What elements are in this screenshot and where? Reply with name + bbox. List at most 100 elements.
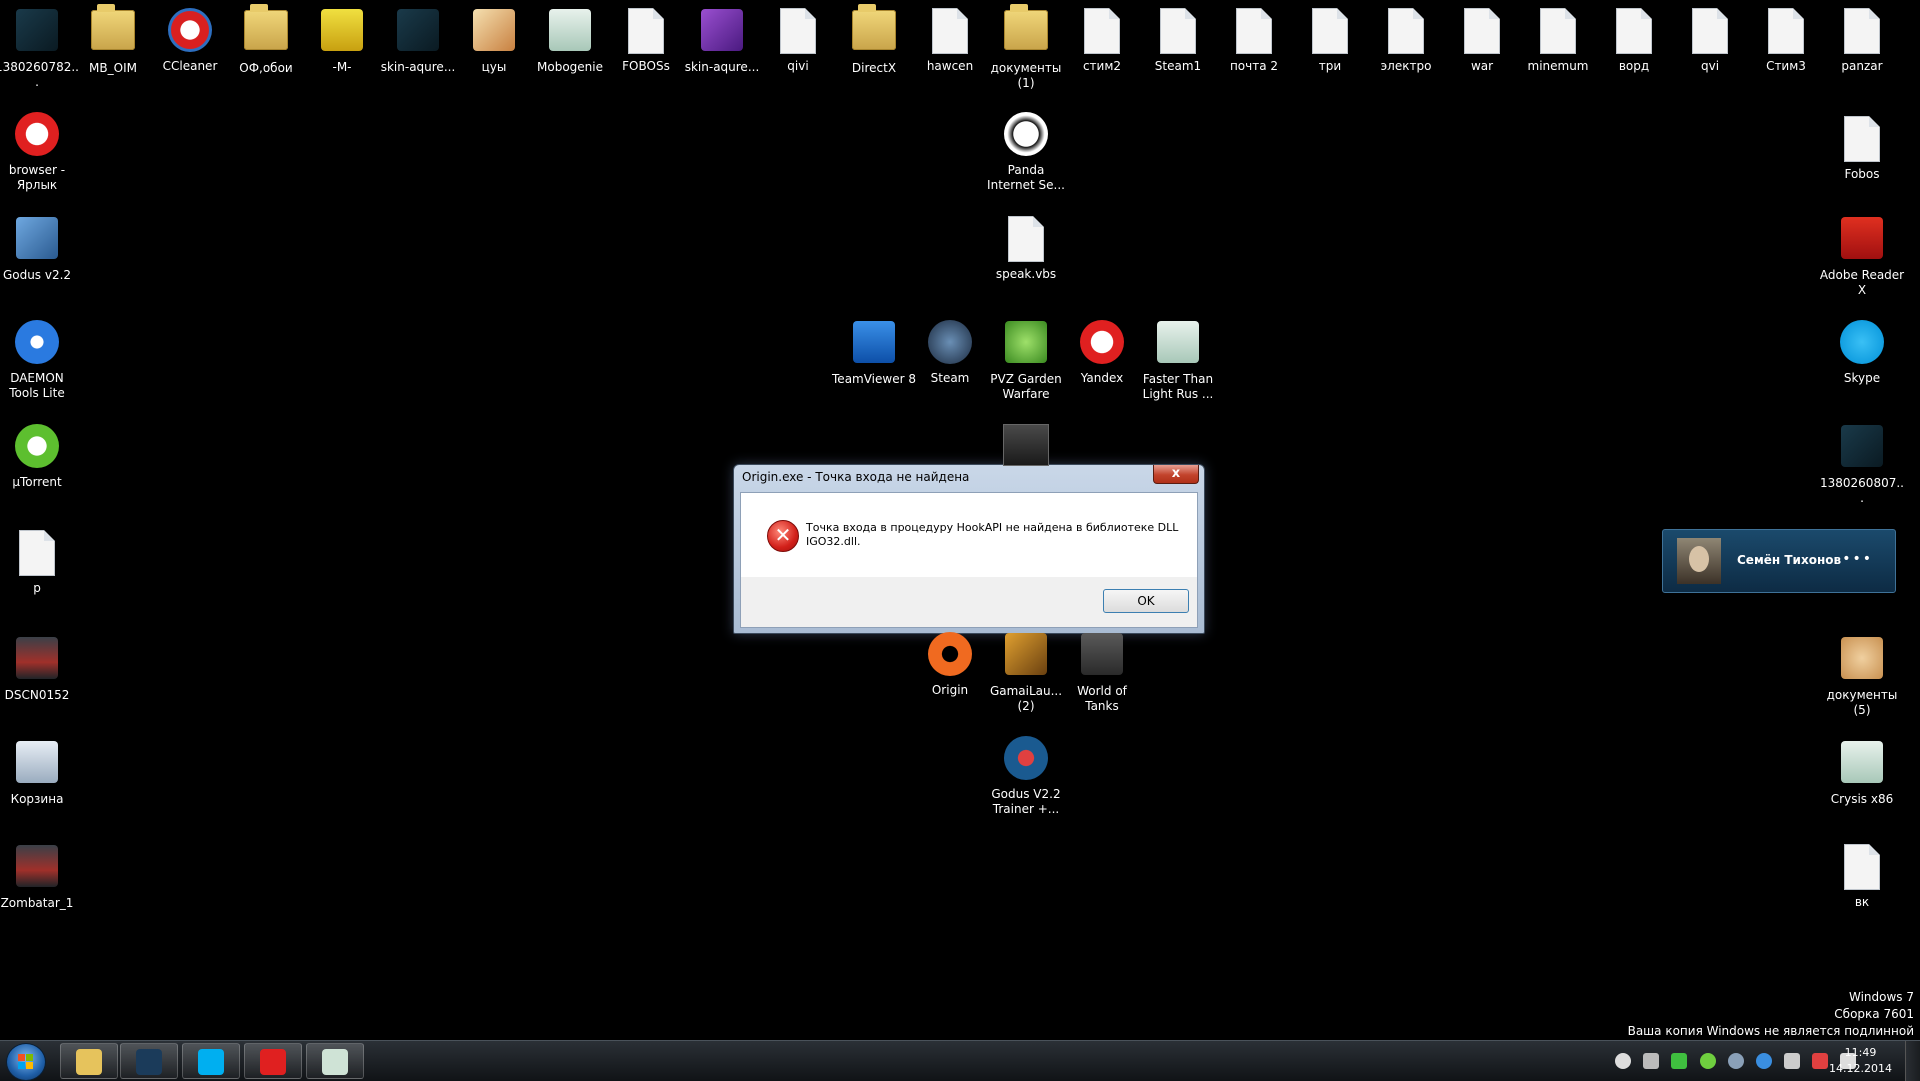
desktop-icon-top-8[interactable]: FOBOSs [603, 6, 689, 74]
desktop-icon-top-2[interactable]: CCleaner [147, 6, 233, 74]
tray-flag-icon[interactable] [1811, 1053, 1828, 1069]
desktop-icon-top-17[interactable]: три [1287, 6, 1373, 74]
desktop-icon-label: Godus v2.2 [2, 268, 72, 282]
file-icon [926, 8, 974, 56]
desktop-icon-top-20[interactable]: minemum [1515, 6, 1601, 74]
desktop-icon-top-6[interactable]: цуы [451, 6, 537, 75]
desktop-icon-label: browser - Ярлык [8, 163, 66, 192]
desktop-icon-left-1[interactable]: Godus v2.2 [0, 214, 80, 283]
file-icon [1838, 844, 1886, 892]
desktop-icon-right-0[interactable]: Fobos [1819, 114, 1905, 182]
desktop-icon-top-12[interactable]: hawcen [907, 6, 993, 74]
desktop-icon-top-0[interactable]: 1380260782... [0, 6, 80, 90]
desktop-icon-label: Mobogenie [537, 60, 603, 74]
steam-icon [136, 1049, 162, 1075]
taskbar-yandex-button[interactable] [244, 1043, 302, 1079]
desktop-icon-top-15[interactable]: Steam1 [1135, 6, 1221, 74]
desktop-icon-left-2[interactable]: DAEMON Tools Lite [0, 318, 80, 401]
desktop-icon-label: электро [1380, 59, 1432, 73]
yandex-browser-icon [1078, 320, 1126, 368]
desktop-icon-right-3[interactable]: 1380260807... [1819, 422, 1905, 506]
start-button[interactable] [6, 1043, 46, 1081]
desktop-icon-middle-8[interactable]: GamaiLau... (2) [983, 630, 1069, 714]
file-icon [622, 8, 670, 56]
desktop-icon-label: GamaiLau... (2) [989, 684, 1063, 713]
clock[interactable]: 11:49 14.12.2014 [1829, 1045, 1892, 1077]
ok-button[interactable]: OK [1103, 589, 1189, 613]
tray-monitor-icon[interactable] [1783, 1053, 1800, 1069]
taskbar-app-button[interactable] [306, 1043, 364, 1079]
desktop-icon-label: DAEMON Tools Lite [9, 371, 65, 400]
desktop-icon-top-24[interactable]: panzar [1819, 6, 1905, 74]
desktop-icon-left-0[interactable]: browser - Ярлык [0, 110, 80, 193]
desktop-icon-middle-0[interactable]: Panda Internet Se... [983, 110, 1069, 193]
desktop-icon-top-11[interactable]: DirectX [831, 4, 917, 76]
desktop-icon-label: стим2 [1082, 59, 1122, 73]
desktop-icon-label: Fobos [1844, 167, 1880, 181]
more-icon[interactable]: ••• [1842, 551, 1873, 567]
desktop-icon-top-1[interactable]: MB_OIM [70, 4, 156, 76]
skype-icon [198, 1049, 224, 1075]
file-icon [1002, 216, 1050, 264]
desktop-icon-top-16[interactable]: почта 2 [1211, 6, 1297, 74]
desktop-icon-top-18[interactable]: электро [1363, 6, 1449, 74]
desktop-icon-label: 1380260782... [0, 60, 79, 89]
folder-icon [76, 1049, 102, 1075]
tray-utorrent-icon[interactable] [1699, 1053, 1716, 1069]
desktop-icon-middle-1[interactable]: speak.vbs [983, 214, 1069, 282]
close-button[interactable]: x [1153, 465, 1199, 484]
desktop-icon-top-9[interactable]: skin-aqure... [679, 6, 765, 75]
taskbar: 11:49 14.12.2014 [0, 1040, 1920, 1081]
desktop-icon-left-5[interactable]: DSCN0152 [0, 634, 80, 703]
desktop-icon-middle-4[interactable]: PVZ Garden Warfare [983, 318, 1069, 402]
desktop-icon-right-6[interactable]: вк [1819, 842, 1905, 910]
image-thumbnail-icon [1838, 425, 1886, 473]
desktop-icon-middle-9[interactable]: World of Tanks [1059, 630, 1145, 714]
desktop-icon-top-14[interactable]: стим2 [1059, 6, 1145, 74]
desktop-icon-middle-5[interactable]: Yandex [1059, 318, 1145, 386]
pvz-icon [1002, 321, 1050, 369]
contact-notification[interactable]: Семён Тихонов ••• [1662, 529, 1896, 593]
obscured-icon[interactable] [1003, 424, 1049, 466]
desktop-icon-top-13[interactable]: документы (1) [983, 4, 1069, 91]
desktop-icon-left-7[interactable]: Zombatar_1 [0, 842, 80, 911]
taskbar-skype-button[interactable] [182, 1043, 240, 1079]
tray-info-icon[interactable] [1755, 1053, 1772, 1069]
desktop-icon-right-2[interactable]: Skype [1819, 318, 1905, 386]
daemon-tools-icon [13, 320, 61, 368]
desktop: Семён Тихонов ••• Origin.exe - Точка вхо… [0, 0, 1920, 1040]
tray-steam-icon[interactable] [1727, 1053, 1744, 1069]
desktop-icon-left-3[interactable]: µTorrent [0, 422, 80, 490]
image-thumbnail-icon [13, 9, 61, 57]
desktop-icon-top-23[interactable]: Стим3 [1743, 6, 1829, 74]
desktop-icon-top-22[interactable]: qvi [1667, 6, 1753, 74]
desktop-icon-right-4[interactable]: документы (5) [1819, 634, 1905, 718]
desktop-icon-top-10[interactable]: qivi [755, 6, 841, 74]
clock-time: 11:49 [1844, 1046, 1877, 1059]
desktop-icon-label: Faster Than Light Rus ... [1142, 372, 1214, 401]
desktop-icon-middle-10[interactable]: Godus V2.2 Trainer +... [983, 734, 1069, 817]
tray-network-icon[interactable] [1643, 1053, 1660, 1069]
desktop-icon-top-3[interactable]: ОФ,обои [223, 4, 309, 76]
desktop-icon-top-5[interactable]: skin-aqure... [375, 6, 461, 75]
desktop-icon-middle-6[interactable]: Faster Than Light Rus ... [1135, 318, 1221, 402]
show-desktop-button[interactable] [1905, 1041, 1920, 1081]
desktop-icon-top-7[interactable]: Mobogenie [527, 6, 613, 75]
desktop-icon-left-6[interactable]: Корзина [0, 738, 80, 807]
desktop-icon-middle-7[interactable]: Origin [907, 630, 993, 698]
desktop-icon-middle-2[interactable]: TeamViewer 8 [831, 318, 917, 387]
dialog-message: Точка входа в процедуру HookAPI не найде… [806, 521, 1179, 548]
taskbar-explorer-button[interactable] [60, 1043, 118, 1079]
file-icon [1610, 8, 1658, 56]
desktop-icon-middle-3[interactable]: Steam [907, 318, 993, 386]
desktop-icon-top-19[interactable]: war [1439, 6, 1525, 74]
file-icon [13, 530, 61, 578]
tray-app-icon[interactable] [1615, 1053, 1632, 1069]
desktop-icon-top-4[interactable]: -M- [299, 6, 385, 75]
taskbar-steam-button[interactable] [120, 1043, 178, 1079]
desktop-icon-top-21[interactable]: ворд [1591, 6, 1677, 74]
tray-leaf-icon[interactable] [1671, 1053, 1688, 1069]
desktop-icon-right-1[interactable]: Adobe Reader X [1819, 214, 1905, 298]
desktop-icon-right-5[interactable]: Crysis x86 [1819, 738, 1905, 807]
desktop-icon-left-4[interactable]: p [0, 528, 80, 596]
